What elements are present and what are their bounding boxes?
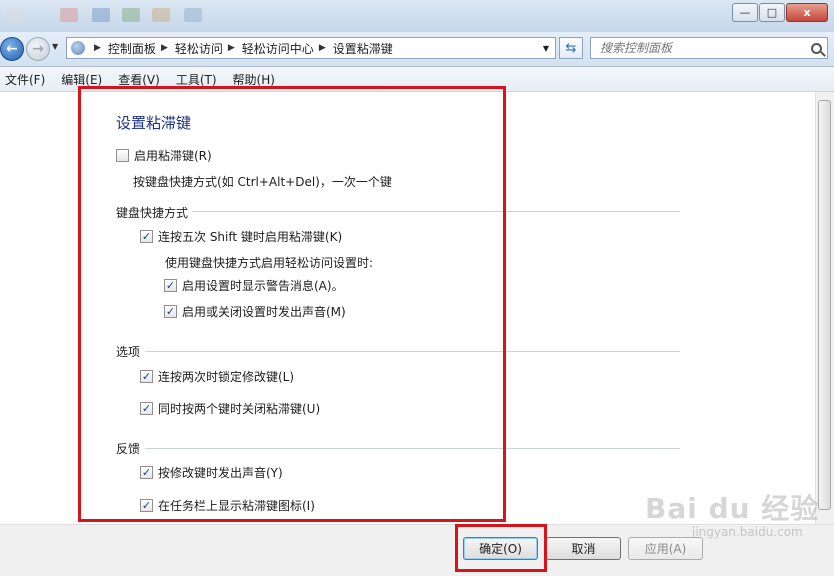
checkbox-row-toggle-sound[interactable]: ✓ 启用或关闭设置时发出声音(M) bbox=[164, 303, 346, 320]
checkbox-label: 同时按两个键时关闭粘滞键(U) bbox=[158, 402, 321, 416]
search-box[interactable] bbox=[590, 37, 828, 59]
taskbar-icon-checkbox[interactable]: ✓ bbox=[140, 499, 153, 512]
close-button[interactable]: x bbox=[786, 3, 828, 22]
checkbox-label: 在任务栏上显示粘滞键图标(I) bbox=[158, 499, 315, 513]
checkbox-label: 启用设置时显示警告消息(A)。 bbox=[182, 279, 344, 293]
page-title: 设置粘滞键 bbox=[116, 114, 192, 132]
minimize-button[interactable]: — bbox=[732, 3, 758, 22]
control-panel-icon bbox=[71, 41, 85, 55]
menu-tools[interactable]: 工具(T) bbox=[170, 71, 223, 88]
checkbox-row-modifier-beep[interactable]: ✓ 按修改键时发出声音(Y) bbox=[140, 464, 283, 481]
forward-arrow-icon[interactable]: → bbox=[26, 37, 50, 61]
blurred-taskbar-icon bbox=[92, 8, 110, 22]
blurred-taskbar-icon bbox=[122, 8, 140, 22]
breadcrumb-separator-icon[interactable]: ▶ bbox=[319, 43, 326, 53]
baidu-watermark: Bai du 经验 bbox=[645, 492, 820, 525]
search-icon[interactable] bbox=[811, 42, 822, 54]
section-heading-keyboard-shortcut: 键盘快捷方式 bbox=[116, 206, 189, 220]
baidu-watermark-url: jingyan.baidu.com bbox=[692, 525, 803, 539]
modifier-beep-checkbox[interactable]: ✓ bbox=[140, 466, 153, 479]
checkbox-label: 启用粘滞键(R) bbox=[134, 149, 212, 163]
address-toolbar: ← → ▼ ▶ 控制面板 ▶ 轻松访问 ▶ 轻松访问中心 ▶ 设置粘滞键 ▼ ⇆ bbox=[0, 32, 834, 67]
menu-bar: 文件(F) 编辑(E) 查看(V) 工具(T) 帮助(H) bbox=[0, 67, 834, 92]
breadcrumb[interactable]: ▶ 控制面板 ▶ 轻松访问 ▶ 轻松访问中心 ▶ 设置粘滞键 ▼ bbox=[66, 37, 556, 59]
warning-message-checkbox[interactable]: ✓ bbox=[164, 279, 177, 292]
section-divider bbox=[145, 448, 680, 449]
breadcrumb-item-ease-of-access-center[interactable]: 轻松访问中心 bbox=[242, 40, 314, 57]
ok-button[interactable]: 确定(O) bbox=[463, 537, 538, 560]
blurred-taskbar-icon bbox=[60, 8, 78, 22]
toggle-sound-checkbox[interactable]: ✓ bbox=[164, 305, 177, 318]
vertical-scrollbar[interactable] bbox=[815, 92, 834, 524]
breadcrumb-item-control-panel[interactable]: 控制面板 bbox=[108, 40, 156, 57]
refresh-icon[interactable]: ⇆ bbox=[559, 37, 583, 59]
lock-modifier-checkbox[interactable]: ✓ bbox=[140, 370, 153, 383]
address-dropdown-icon[interactable]: ▼ bbox=[543, 44, 549, 53]
breadcrumb-separator-icon[interactable]: ▶ bbox=[161, 43, 168, 53]
enable-sticky-keys-checkbox[interactable] bbox=[116, 149, 129, 162]
checkbox-label: 连按两次时锁定修改键(L) bbox=[158, 370, 295, 384]
menu-view[interactable]: 查看(V) bbox=[112, 71, 166, 88]
apply-button[interactable]: 应用(A) bbox=[628, 537, 703, 560]
search-input[interactable] bbox=[598, 40, 802, 56]
checkbox-row-five-shift[interactable]: ✓ 连按五次 Shift 键时启用粘滞键(K) bbox=[140, 228, 342, 245]
turn-off-two-keys-checkbox[interactable]: ✓ bbox=[140, 402, 153, 415]
history-dropdown-icon[interactable]: ▼ bbox=[52, 42, 58, 51]
cancel-button[interactable]: 取消 bbox=[546, 537, 621, 560]
section-divider bbox=[192, 211, 680, 212]
checkbox-row-turn-off-two-keys[interactable]: ✓ 同时按两个键时关闭粘滞键(U) bbox=[140, 400, 320, 417]
breadcrumb-separator-icon[interactable]: ▶ bbox=[228, 43, 235, 53]
checkbox-label: 启用或关闭设置时发出声音(M) bbox=[182, 305, 346, 319]
menu-edit[interactable]: 编辑(E) bbox=[55, 71, 108, 88]
maximize-button[interactable]: □ bbox=[759, 3, 785, 22]
checkbox-row-enable-sticky-keys[interactable]: 启用粘滞键(R) bbox=[116, 147, 212, 164]
breadcrumb-separator-icon[interactable]: ▶ bbox=[94, 43, 101, 53]
title-bar: — □ x bbox=[0, 0, 834, 33]
checkbox-row-warning-message[interactable]: ✓ 启用设置时显示警告消息(A)。 bbox=[164, 277, 344, 294]
blurred-taskbar-icon bbox=[184, 8, 202, 22]
breadcrumb-item-sticky-keys[interactable]: 设置粘滞键 bbox=[333, 40, 393, 57]
section-divider bbox=[145, 351, 680, 352]
scrollbar-thumb[interactable] bbox=[818, 100, 831, 510]
section-heading-options: 选项 bbox=[116, 345, 141, 359]
back-arrow-icon[interactable]: ← bbox=[0, 37, 24, 61]
five-shift-checkbox[interactable]: ✓ bbox=[140, 230, 153, 243]
checkbox-label: 按修改键时发出声音(Y) bbox=[158, 466, 283, 480]
checkbox-row-lock-modifier[interactable]: ✓ 连按两次时锁定修改键(L) bbox=[140, 368, 294, 385]
checkbox-label: 连按五次 Shift 键时启用粘滞键(K) bbox=[158, 230, 343, 244]
breadcrumb-item-ease-of-access[interactable]: 轻松访问 bbox=[175, 40, 223, 57]
blurred-taskbar-icon bbox=[152, 8, 170, 22]
blurred-taskbar-icon bbox=[6, 8, 24, 22]
menu-file[interactable]: 文件(F) bbox=[0, 71, 51, 88]
section-heading-feedback: 反馈 bbox=[116, 442, 141, 456]
shortcut-subheading: 使用键盘快捷方式启用轻松访问设置时: bbox=[165, 256, 374, 270]
window-controls: — □ x bbox=[731, 3, 828, 22]
checkbox-row-taskbar-icon[interactable]: ✓ 在任务栏上显示粘滞键图标(I) bbox=[140, 497, 315, 514]
enable-description: 按键盘快捷方式(如 Ctrl+Alt+Del)，一次一个键 bbox=[133, 175, 392, 189]
menu-help[interactable]: 帮助(H) bbox=[227, 71, 281, 88]
